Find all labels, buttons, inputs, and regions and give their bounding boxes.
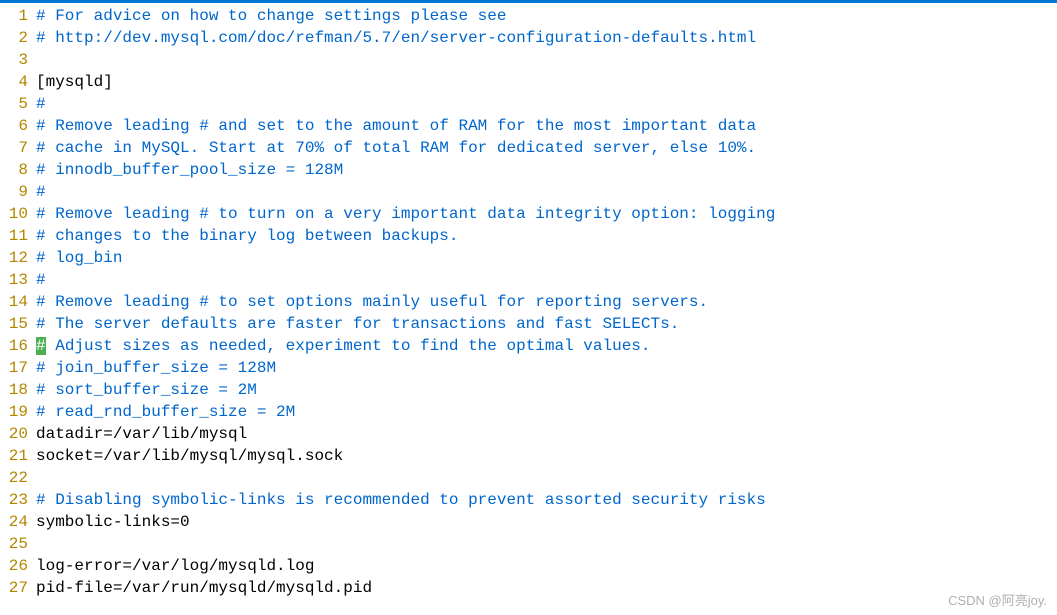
line-number: 9: [0, 181, 36, 203]
comment-text: # changes to the binary log between back…: [36, 227, 458, 245]
line-number: 21: [0, 445, 36, 467]
code-text: datadir=/var/lib/mysql: [36, 425, 247, 443]
code-line[interactable]: log-error=/var/log/mysqld.log: [36, 555, 1057, 577]
comment-text: #: [36, 183, 46, 201]
code-line[interactable]: # changes to the binary log between back…: [36, 225, 1057, 247]
line-number: 17: [0, 357, 36, 379]
code-text: socket=/var/lib/mysql/mysql.sock: [36, 447, 343, 465]
comment-text: # read_rnd_buffer_size = 2M: [36, 403, 295, 421]
code-line[interactable]: pid-file=/var/run/mysqld/mysqld.pid: [36, 577, 1057, 599]
code-line[interactable]: # The server defaults are faster for tra…: [36, 313, 1057, 335]
code-line[interactable]: # join_buffer_size = 128M: [36, 357, 1057, 379]
code-line[interactable]: # cache in MySQL. Start at 70% of total …: [36, 137, 1057, 159]
line-number: 23: [0, 489, 36, 511]
code-line[interactable]: # log_bin: [36, 247, 1057, 269]
code-line[interactable]: # Remove leading # to turn on a very imp…: [36, 203, 1057, 225]
code-line[interactable]: #: [36, 269, 1057, 291]
line-number: 15: [0, 313, 36, 335]
line-number: 26: [0, 555, 36, 577]
comment-text: # http://dev.mysql.com/doc/refman/5.7/en…: [36, 29, 756, 47]
line-number: 14: [0, 291, 36, 313]
code-line[interactable]: # For advice on how to change settings p…: [36, 5, 1057, 27]
comment-text: #: [36, 271, 46, 289]
code-line[interactable]: [36, 467, 1057, 489]
code-line[interactable]: # http://dev.mysql.com/doc/refman/5.7/en…: [36, 27, 1057, 49]
line-number: 4: [0, 71, 36, 93]
cursor-char: #: [36, 337, 46, 355]
code-line[interactable]: # read_rnd_buffer_size = 2M: [36, 401, 1057, 423]
line-number: 25: [0, 533, 36, 555]
comment-text: # The server defaults are faster for tra…: [36, 315, 679, 333]
watermark: CSDN @阿亮joy.: [948, 590, 1047, 609]
comment-text: # Disabling symbolic-links is recommende…: [36, 491, 766, 509]
code-text: [mysqld]: [36, 73, 113, 91]
code-line[interactable]: [36, 533, 1057, 555]
line-number: 7: [0, 137, 36, 159]
comment-text: # Remove leading # to turn on a very imp…: [36, 205, 775, 223]
line-number: 19: [0, 401, 36, 423]
comment-text: # log_bin: [36, 249, 122, 267]
comment-text: # Remove leading # to set options mainly…: [36, 293, 708, 311]
line-number: 1: [0, 5, 36, 27]
code-line[interactable]: [36, 49, 1057, 71]
line-number: 22: [0, 467, 36, 489]
code-line[interactable]: socket=/var/lib/mysql/mysql.sock: [36, 445, 1057, 467]
code-line[interactable]: symbolic-links=0: [36, 511, 1057, 533]
comment-text: # cache in MySQL. Start at 70% of total …: [36, 139, 756, 157]
code-text: pid-file=/var/run/mysqld/mysqld.pid: [36, 579, 372, 597]
comment-text: # innodb_buffer_pool_size = 128M: [36, 161, 343, 179]
line-number: 3: [0, 49, 36, 71]
code-line[interactable]: #: [36, 181, 1057, 203]
code-editor[interactable]: 1234567891011121314151617181920212223242…: [0, 3, 1057, 599]
line-number: 16: [0, 335, 36, 357]
comment-text: Adjust sizes as needed, experiment to fi…: [46, 337, 651, 355]
line-number: 6: [0, 115, 36, 137]
comment-text: # join_buffer_size = 128M: [36, 359, 276, 377]
code-line[interactable]: # Disabling symbolic-links is recommende…: [36, 489, 1057, 511]
comment-text: # For advice on how to change settings p…: [36, 7, 506, 25]
code-line[interactable]: [mysqld]: [36, 71, 1057, 93]
comment-text: #: [36, 95, 46, 113]
code-line[interactable]: # sort_buffer_size = 2M: [36, 379, 1057, 401]
line-number: 11: [0, 225, 36, 247]
line-number-gutter: 1234567891011121314151617181920212223242…: [0, 5, 36, 599]
line-number: 24: [0, 511, 36, 533]
comment-text: # sort_buffer_size = 2M: [36, 381, 257, 399]
code-line[interactable]: datadir=/var/lib/mysql: [36, 423, 1057, 445]
comment-text: # Remove leading # and set to the amount…: [36, 117, 756, 135]
code-text: symbolic-links=0: [36, 513, 190, 531]
line-number: 13: [0, 269, 36, 291]
code-line[interactable]: # Adjust sizes as needed, experiment to …: [36, 335, 1057, 357]
line-number: 2: [0, 27, 36, 49]
line-number: 12: [0, 247, 36, 269]
code-line[interactable]: # Remove leading # to set options mainly…: [36, 291, 1057, 313]
line-number: 18: [0, 379, 36, 401]
line-number: 27: [0, 577, 36, 599]
line-number: 10: [0, 203, 36, 225]
code-area[interactable]: # For advice on how to change settings p…: [36, 5, 1057, 599]
code-line[interactable]: #: [36, 93, 1057, 115]
code-line[interactable]: # Remove leading # and set to the amount…: [36, 115, 1057, 137]
line-number: 8: [0, 159, 36, 181]
code-text: log-error=/var/log/mysqld.log: [36, 557, 314, 575]
code-line[interactable]: # innodb_buffer_pool_size = 128M: [36, 159, 1057, 181]
line-number: 5: [0, 93, 36, 115]
line-number: 20: [0, 423, 36, 445]
